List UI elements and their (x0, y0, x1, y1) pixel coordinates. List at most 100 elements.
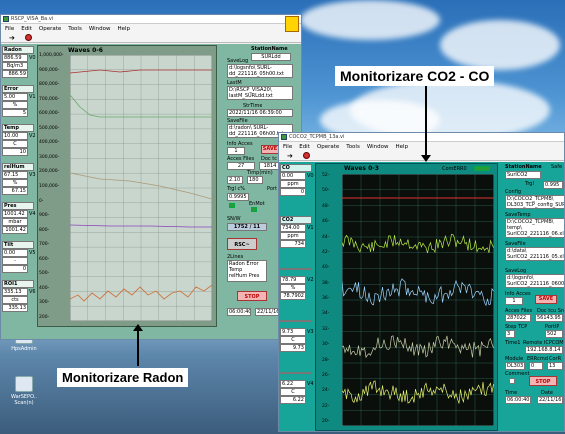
channel-value-raw: 0 (280, 188, 306, 196)
abort-icon[interactable] (302, 152, 310, 159)
channel-unit: ppm (280, 180, 306, 188)
y-tick: 800- (39, 227, 50, 233)
channel-unit: C (2, 140, 28, 148)
stop-button[interactable]: STOP (529, 376, 557, 386)
y-tick: 200,000- (39, 169, 60, 175)
accesfiles-field: 27 (227, 162, 255, 170)
window-title: COCO2_TCPMB_13a.vi (289, 134, 345, 140)
y-tick: 800,000- (39, 82, 60, 88)
y-tick: 700,000- (39, 96, 60, 102)
trgl-field[interactable]: 0.995 (543, 181, 563, 189)
channel-name: CO2 (280, 216, 312, 224)
port-label: Port (267, 186, 277, 192)
run-arrow-icon[interactable]: ➔ (287, 152, 293, 160)
channel-tag: V3 (29, 172, 36, 178)
channel-tag: V4 (307, 381, 314, 387)
channel-value: 67.15 (2, 171, 28, 179)
menu-file[interactable]: File (283, 144, 292, 150)
station-label: StationName (505, 164, 542, 170)
channel-tag: V0 (307, 173, 314, 179)
desktop-icon-warsepo[interactable]: WarSEPO.. Scan(n) (2, 376, 46, 406)
arrow-co2 (421, 86, 431, 162)
channel-value-raw: 9.73 (280, 344, 306, 352)
station-field[interactable]: SurlCO2 (505, 171, 541, 179)
menu-operate[interactable]: Operate (317, 144, 339, 150)
menu-operate[interactable]: Operate (39, 26, 61, 32)
savelog-field[interactable]: d:\logsnfo\ SurlCO2_221116_06000.txt (505, 274, 564, 288)
indicator-group: Temp 10.00 V2 C 10 (2, 124, 36, 161)
comment-checkbox[interactable] (509, 378, 515, 384)
date-field: 22/11/16 (255, 308, 279, 316)
save-button[interactable]: SAVE (535, 295, 557, 304)
indicator-group: relHum 67.15 V3% 67.15 (2, 163, 36, 200)
co2-titlebar: COCO2_TCPMB_13a.vi (279, 133, 564, 142)
config-field[interactable]: D:\COCO2_TCPMB\ DL303_TCP_config_SURL.tx… (505, 195, 564, 209)
menu-edit[interactable]: Edit (299, 144, 310, 150)
menu-help[interactable]: Help (396, 144, 409, 150)
channel-value-raw: 0 (2, 265, 28, 273)
y-tick: 400- (39, 285, 50, 291)
co2-window: COCO2_TCPMB_13a.vi File Edit Operate Too… (278, 132, 565, 432)
infoacces-field[interactable]: 1 (505, 297, 523, 305)
y-tick: 20- (322, 419, 330, 424)
menu-tools[interactable]: Tools (346, 144, 360, 150)
station-field[interactable]: SURLdd (251, 53, 291, 61)
module-field: DL303 (505, 362, 525, 370)
trgl-label: Trgl (525, 181, 534, 187)
channel-unit: ppm (280, 232, 306, 240)
channel-value-raw: 6.22 (280, 396, 306, 404)
infoacces-field[interactable]: 1 (227, 147, 245, 155)
graph-title: Waves 0-6 (68, 47, 103, 54)
abort-icon[interactable] (24, 34, 32, 41)
channel-unit: cts (2, 296, 28, 304)
portip-field[interactable]: 502 (545, 330, 563, 338)
y-tick: 50- (322, 188, 330, 194)
radon-graph: Waves 0-6 1,000,000- 900,000- 800,000- 700,… (37, 45, 217, 327)
interval-field[interactable]: 2.10 (227, 176, 243, 184)
step-field: 3 (505, 330, 515, 338)
strtime-field: 2022/11/16 06:39:00 (227, 109, 293, 117)
channel-value-raw: 67.15 (2, 187, 28, 195)
save-button[interactable]: SAVE (261, 145, 279, 154)
savefile-field[interactable]: d:\data\ SurlCO2_221116_05.xls (505, 247, 564, 261)
trgl-field[interactable]: 0.9995 (227, 193, 249, 201)
caption-radon: Monitorizare Radon (57, 368, 189, 387)
menu-tools[interactable]: Tools (68, 26, 82, 32)
sasfe-label: Safe (551, 164, 563, 170)
y-tick: 42- (322, 249, 330, 255)
stop-button[interactable]: STOP (237, 291, 267, 301)
rsc-button[interactable]: RSC~ (227, 238, 257, 250)
channel-value: 886.59 (2, 54, 28, 62)
menu-edit[interactable]: Edit (21, 26, 32, 32)
channel-tag: V6 (29, 289, 36, 295)
y-tick: 38- (322, 280, 330, 286)
menu-help[interactable]: Help (118, 26, 131, 32)
indicator-group: Radon 886.59 V0 Bq/m3 886.59 (2, 46, 36, 83)
savelog-field[interactable]: d:\logsnfo\ SURL-dd_221116_05h00.txt (227, 64, 293, 78)
menu-window[interactable]: Window (89, 26, 111, 32)
list-item: relHum Pres (229, 273, 260, 279)
channel-tag: V3 (307, 329, 314, 335)
y-tick: 300- (39, 300, 50, 306)
channel-value-raw: 886.59 (2, 70, 28, 78)
menu-file[interactable]: File (5, 26, 14, 32)
lastm-field[interactable]: D:\RSCP_VISA20\ lastM_SURLdd.txt (227, 86, 293, 100)
y-tick: 24- (322, 388, 330, 394)
y-tick: 600- (39, 256, 50, 262)
channel-value: 78.79 (280, 276, 306, 284)
channel-tag: V5 (29, 250, 36, 256)
channel-tag: V2 (29, 133, 36, 139)
run-arrow-icon[interactable]: ➔ (9, 34, 15, 42)
timpmin-field[interactable]: 180 (247, 176, 263, 184)
channel-unit: Bq/m3 (2, 62, 28, 70)
savetemp-field[interactable]: D:\COCO2_TCPMB\ temp\ SurlCO2_221116_06.… (505, 218, 564, 238)
date-field: 22/11/16 (537, 396, 563, 404)
app-icon (15, 376, 33, 392)
radon-menubar: File Edit Operate Tools Window Help (1, 24, 301, 33)
remote-field[interactable]: 192.168.8.14 (525, 346, 563, 354)
y-tick: 300,000- (39, 154, 60, 160)
channel-value: 1001.42 (2, 210, 28, 218)
menu-window[interactable]: Window (367, 144, 389, 150)
channel-name: Temp (2, 124, 34, 132)
co2-menubar: File Edit Operate Tools Window Help (279, 142, 564, 151)
